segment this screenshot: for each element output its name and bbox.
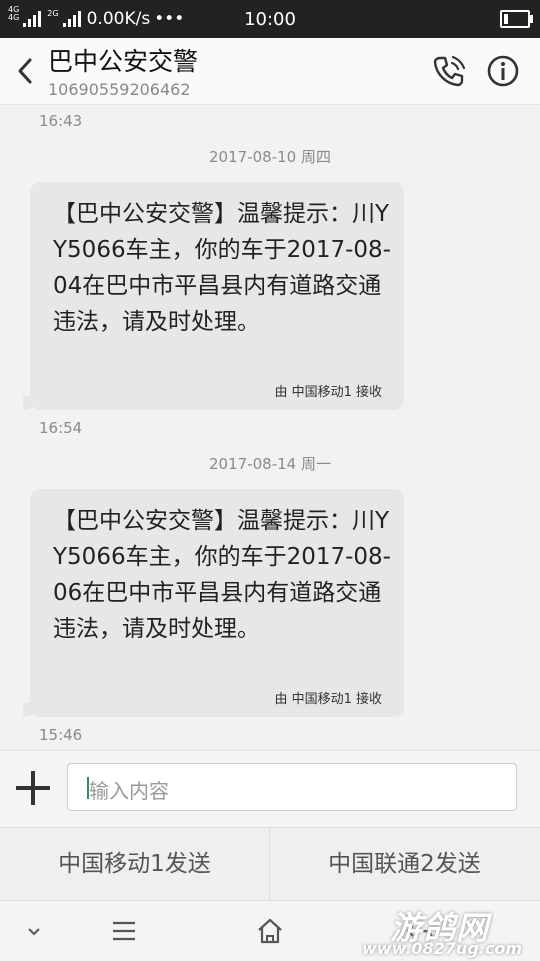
- date-divider: 2017-08-10 周四: [209, 148, 331, 166]
- message-bubble[interactable]: 【巴中公安交警】温馨提示：川YY5066车主，你的车于2017-08-04在巴中…: [23, 182, 404, 410]
- message-text: 【巴中公安交警】温馨提示：川YY5066车主，你的车于2017-08-04在巴中…: [53, 201, 391, 335]
- chevron-down-icon[interactable]: [16, 913, 52, 949]
- send-sim2-button[interactable]: 中国联通2发送: [270, 828, 539, 901]
- message-time: 16:54: [39, 419, 83, 437]
- navigation-bar: 游鸽网 www.0827ug.com: [0, 900, 540, 961]
- info-icon[interactable]: [486, 54, 520, 88]
- phone-call-icon[interactable]: [432, 54, 466, 88]
- composer-bar: 输入内容: [0, 750, 540, 828]
- status-time: 10:00: [244, 9, 296, 30]
- input-placeholder: 输入内容: [89, 779, 169, 803]
- home-icon[interactable]: [252, 913, 288, 949]
- message-input[interactable]: 输入内容: [67, 763, 517, 811]
- watermark: 游鸽网 www.0827ug.com: [362, 903, 532, 959]
- battery-icon: [500, 10, 533, 28]
- watermark-url: www.0827ug.com: [362, 939, 522, 958]
- message-bubble[interactable]: 【巴中公安交警】温馨提示：川YY5066车主，你的车于2017-08-06在巴中…: [23, 489, 404, 717]
- status-bar: 4G 4G 2G 0.00K/s ••• 10:00: [0, 0, 540, 38]
- contact-name: 巴中公安交警: [48, 47, 199, 76]
- message-time: 15:46: [39, 726, 83, 744]
- received-via-label: 由 中国移动1 接收: [274, 692, 382, 707]
- send-sim1-button[interactable]: 中国移动1发送: [0, 828, 270, 901]
- conversation-header: 巴中公安交警 10690559206462: [0, 38, 540, 105]
- message-text: 【巴中公安交警】温馨提示：川YY5066车主，你的车于2017-08-06在巴中…: [53, 508, 391, 642]
- send-buttons: 中国移动1发送 中国联通2发送: [0, 827, 540, 901]
- back-arrow-icon[interactable]: [12, 54, 40, 88]
- date-divider: 2017-08-14 周一: [209, 455, 331, 473]
- message-time: 16:43: [39, 112, 83, 130]
- contact-number: 10690559206462: [48, 80, 191, 99]
- plus-icon[interactable]: [16, 771, 50, 805]
- received-via-label: 由 中国移动1 接收: [274, 385, 382, 400]
- menu-icon[interactable]: [106, 913, 142, 949]
